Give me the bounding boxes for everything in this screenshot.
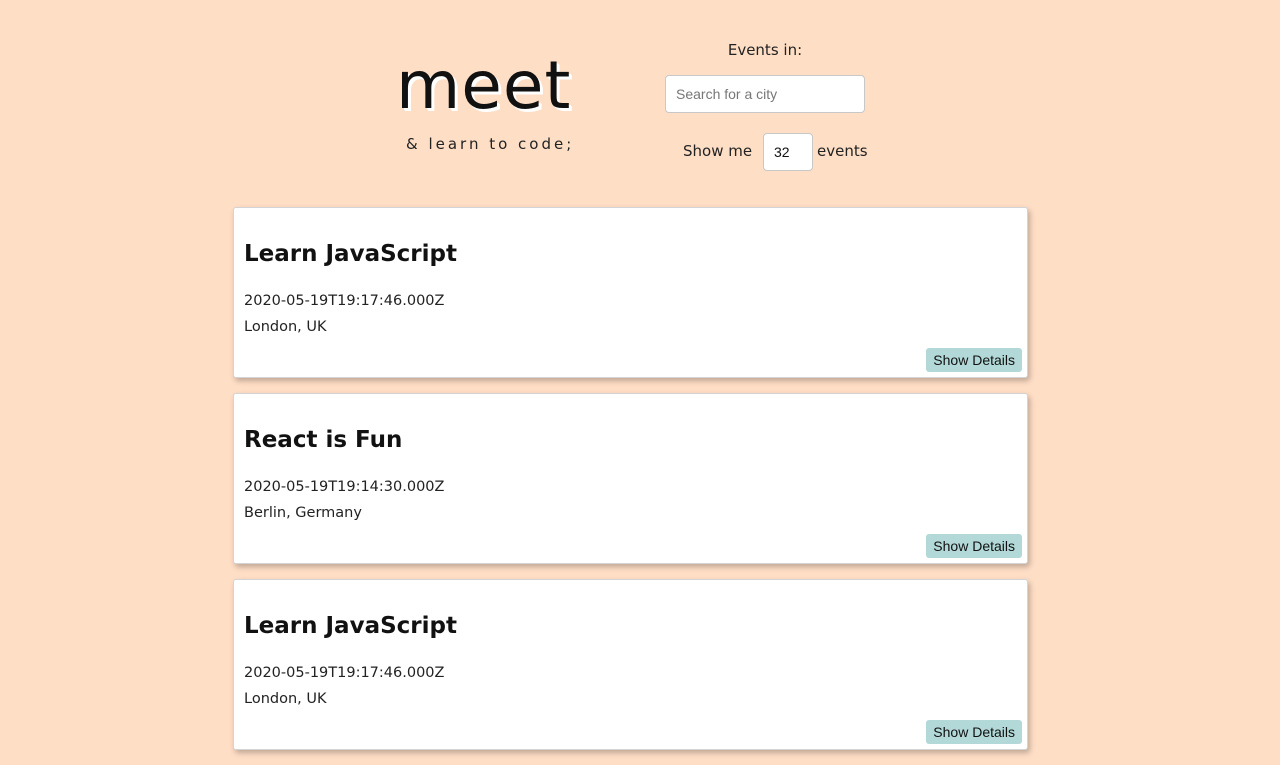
event-date: 2020-05-19T19:14:30.000Z [244, 479, 445, 495]
event-date: 2020-05-19T19:17:46.000Z [244, 665, 445, 681]
event-title: React is Fun [244, 427, 403, 453]
event-location: London, UK [244, 691, 327, 707]
number-of-events-prefix: Show me [683, 142, 753, 160]
app-logo: meet [396, 47, 572, 124]
event-card: React is Fun 2020-05-19T19:14:30.000Z Be… [233, 393, 1028, 564]
number-of-events-input[interactable] [763, 133, 813, 171]
show-details-button[interactable]: Show Details [926, 348, 1022, 372]
event-card: Learn JavaScript 2020-05-19T19:17:46.000… [233, 579, 1028, 750]
app-tagline: & learn to code; [406, 135, 575, 153]
city-search-input[interactable] [665, 75, 865, 113]
event-date: 2020-05-19T19:17:46.000Z [244, 293, 445, 309]
event-title: Learn JavaScript [244, 241, 457, 267]
city-search-label: Events in: [727, 41, 803, 59]
event-list: Learn JavaScript 2020-05-19T19:17:46.000… [233, 207, 1028, 765]
event-title: Learn JavaScript [244, 613, 457, 639]
show-details-button[interactable]: Show Details [926, 720, 1022, 744]
app-header: meet & learn to code; Events in: Show me… [0, 0, 1280, 200]
show-details-button[interactable]: Show Details [926, 534, 1022, 558]
event-card: Learn JavaScript 2020-05-19T19:17:46.000… [233, 207, 1028, 378]
event-location: Berlin, Germany [244, 505, 362, 521]
number-of-events-suffix: events [817, 142, 868, 160]
event-location: London, UK [244, 319, 327, 335]
